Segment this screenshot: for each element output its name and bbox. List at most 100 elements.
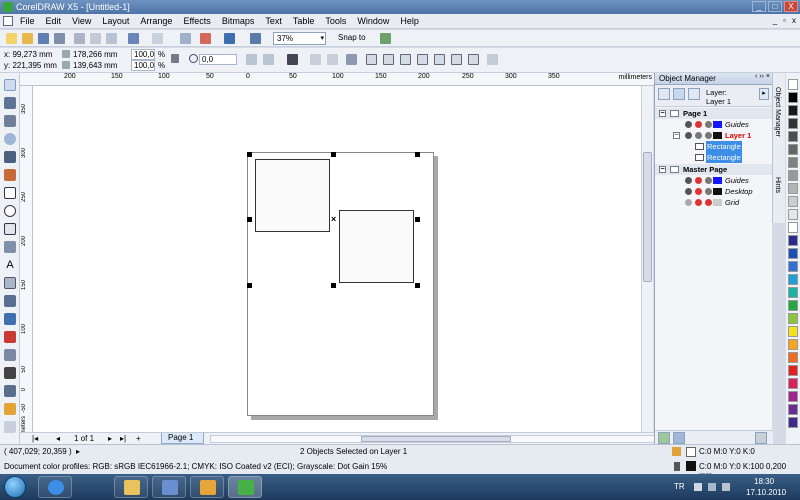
menu-file[interactable]: File bbox=[20, 16, 35, 26]
menu-edit[interactable]: Edit bbox=[46, 16, 62, 26]
volume-icon[interactable] bbox=[722, 483, 730, 491]
layer-manager-view-icon[interactable] bbox=[688, 88, 700, 100]
menu-tools[interactable]: Tools bbox=[325, 16, 346, 26]
tab-hints[interactable]: Hints bbox=[774, 177, 781, 193]
application-launcher-icon[interactable] bbox=[224, 33, 235, 44]
edit-icon[interactable] bbox=[705, 177, 712, 184]
print-disabled-icon[interactable] bbox=[695, 177, 702, 184]
table-tool-icon[interactable] bbox=[4, 277, 16, 289]
palette-swatch[interactable] bbox=[788, 209, 798, 220]
export-icon[interactable] bbox=[200, 33, 211, 44]
rotation-angle-input[interactable]: 0,0 bbox=[199, 54, 237, 65]
taskbar-explorer[interactable] bbox=[114, 476, 148, 498]
freehand-tool-icon[interactable] bbox=[4, 151, 16, 163]
clock-time[interactable]: 18:30 bbox=[754, 477, 774, 486]
palette-swatch[interactable] bbox=[788, 118, 798, 129]
mdi-minimize-button[interactable]: _ bbox=[773, 16, 777, 25]
tree-master-guides[interactable]: Guides bbox=[655, 175, 773, 186]
welcome-screen-icon[interactable] bbox=[250, 33, 261, 44]
tree-master-desktop[interactable]: Desktop bbox=[655, 186, 773, 197]
group-icon[interactable] bbox=[287, 54, 298, 65]
interactive-fill-icon[interactable] bbox=[4, 421, 16, 433]
fill-swatch[interactable] bbox=[686, 447, 696, 457]
eyedropper-tool-icon[interactable] bbox=[4, 367, 16, 379]
scale-width-input[interactable]: 100,0 bbox=[131, 49, 155, 60]
palette-swatch[interactable] bbox=[788, 105, 798, 116]
visibility-icon[interactable] bbox=[685, 188, 692, 195]
redo-icon[interactable] bbox=[152, 33, 163, 44]
simplify-icon[interactable] bbox=[417, 54, 428, 65]
new-layer-icon[interactable] bbox=[658, 432, 670, 444]
align-distribute-icon[interactable] bbox=[487, 54, 498, 65]
undo-icon[interactable] bbox=[128, 33, 139, 44]
shape-tool-icon[interactable] bbox=[4, 97, 16, 109]
palette-swatch[interactable] bbox=[788, 79, 798, 90]
notification-icon[interactable] bbox=[694, 483, 702, 491]
pick-tool-icon[interactable] bbox=[4, 79, 16, 91]
previous-page-button[interactable]: ◂ bbox=[56, 434, 60, 443]
delete-icon[interactable] bbox=[755, 432, 767, 444]
ellipse-tool-icon[interactable] bbox=[4, 205, 16, 217]
taskbar-app[interactable] bbox=[190, 476, 224, 498]
layer-color-swatch[interactable] bbox=[713, 199, 722, 206]
status-arrow-icon[interactable]: ▸ bbox=[76, 447, 80, 456]
visibility-icon[interactable] bbox=[685, 177, 692, 184]
show-properties-icon[interactable] bbox=[658, 88, 670, 100]
combine-icon[interactable] bbox=[346, 54, 357, 65]
import-icon[interactable] bbox=[180, 33, 191, 44]
first-page-button[interactable]: |◂ bbox=[32, 434, 38, 443]
document-icon[interactable] bbox=[3, 16, 13, 26]
zoom-level-select[interactable]: 37% ▾ bbox=[273, 32, 326, 45]
palette-swatch[interactable] bbox=[788, 417, 798, 428]
palette-swatch[interactable] bbox=[788, 170, 798, 181]
selection-handle[interactable] bbox=[415, 152, 420, 157]
palette-swatch[interactable] bbox=[788, 339, 798, 350]
trim-icon[interactable] bbox=[383, 54, 394, 65]
minimize-button[interactable]: _ bbox=[752, 1, 766, 12]
y-position[interactable]: y: 221,395 mm bbox=[4, 61, 57, 70]
palette-swatch[interactable] bbox=[788, 365, 798, 376]
menu-arrange[interactable]: Arrange bbox=[140, 16, 172, 26]
edit-icon[interactable] bbox=[705, 121, 712, 128]
maximize-button[interactable]: □ bbox=[768, 1, 782, 12]
options-icon[interactable] bbox=[380, 33, 391, 44]
mirror-vertical-icon[interactable] bbox=[263, 54, 274, 65]
edit-icon[interactable] bbox=[705, 132, 712, 139]
dimension-tool-icon[interactable] bbox=[4, 295, 16, 307]
docker-menu-button[interactable]: ▸ bbox=[759, 88, 769, 100]
palette-swatch[interactable] bbox=[788, 313, 798, 324]
x-position[interactable]: x: 99,273 mm bbox=[4, 50, 52, 59]
layer-color-swatch[interactable] bbox=[713, 132, 722, 139]
transparency-tool-icon[interactable] bbox=[4, 349, 16, 361]
rectangle-2[interactable] bbox=[339, 210, 414, 283]
rectangle-1[interactable] bbox=[255, 159, 330, 232]
tree-page-1[interactable]: − Page 1 bbox=[655, 108, 773, 119]
network-icon[interactable] bbox=[708, 483, 716, 491]
menu-table[interactable]: Table bbox=[293, 16, 315, 26]
new-master-layer-icon[interactable] bbox=[673, 432, 685, 444]
menu-bitmaps[interactable]: Bitmaps bbox=[222, 16, 255, 26]
palette-swatch[interactable] bbox=[788, 404, 798, 415]
front-minus-back-icon[interactable] bbox=[434, 54, 445, 65]
selection-handle[interactable] bbox=[247, 152, 252, 157]
zoom-tool-icon[interactable] bbox=[4, 133, 16, 145]
palette-swatch[interactable] bbox=[788, 326, 798, 337]
ungroup-icon[interactable] bbox=[310, 54, 321, 65]
text-tool-icon[interactable]: A bbox=[4, 259, 16, 271]
selection-handle[interactable] bbox=[247, 217, 252, 222]
tab-page-1[interactable]: Page 1 bbox=[161, 433, 204, 444]
smart-fill-icon[interactable] bbox=[4, 169, 16, 181]
basic-shapes-icon[interactable] bbox=[4, 241, 16, 253]
tree-object-rectangle[interactable]: Rectangle bbox=[655, 141, 773, 152]
palette-swatch[interactable] bbox=[788, 274, 798, 285]
mdi-close-button[interactable]: x bbox=[792, 16, 796, 25]
taskbar-ie[interactable] bbox=[38, 476, 72, 498]
add-page-button[interactable]: + bbox=[136, 434, 141, 443]
palette-swatch[interactable] bbox=[788, 391, 798, 402]
horizontal-scrollbar[interactable] bbox=[210, 435, 655, 443]
copy-icon[interactable] bbox=[90, 33, 101, 44]
palette-swatch[interactable] bbox=[788, 248, 798, 259]
ungroup-all-icon[interactable] bbox=[327, 54, 338, 65]
selection-handle[interactable] bbox=[331, 152, 336, 157]
connector-tool-icon[interactable] bbox=[4, 313, 16, 325]
